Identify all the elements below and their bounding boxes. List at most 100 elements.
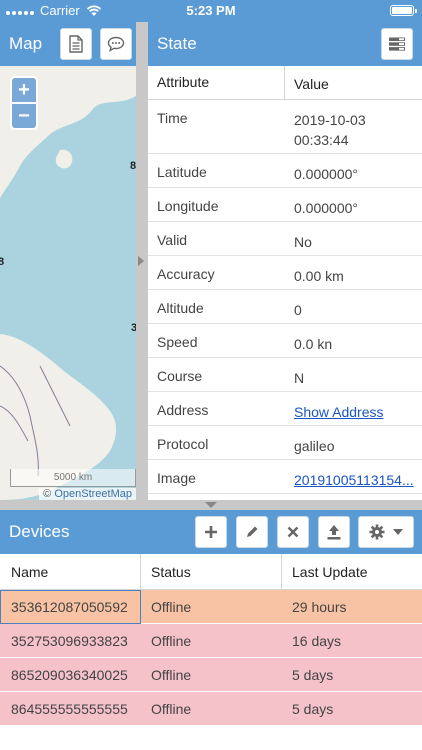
device-row[interactable]: 353612087050592 Offline 29 hours [0, 590, 422, 624]
zoom-out-button[interactable]: − [12, 104, 36, 128]
column-divider [284, 66, 285, 100]
battery-icon [390, 5, 417, 16]
device-row[interactable]: 864555555555555 Offline 5 days [0, 692, 422, 726]
state-row-protocol: Protocol galileo [148, 426, 422, 460]
upload-button[interactable] [318, 516, 350, 548]
device-status: Offline [151, 599, 192, 615]
devices-table-header: Name Status Last Update [0, 554, 422, 590]
status-bar: Carrier 5:23 PM [0, 0, 422, 22]
attribute-value: 0.000000° [294, 166, 358, 182]
zoom-in-button[interactable]: + [12, 78, 36, 102]
map-view[interactable]: 8 8 3 + − 5000 km © OpenStreetMap [0, 66, 136, 500]
chevron-down-icon [393, 529, 403, 535]
add-device-button[interactable] [195, 516, 227, 548]
pencil-icon [247, 526, 258, 537]
state-row-accuracy: Accuracy 0.00 km [148, 256, 422, 290]
state-row-course: Course N [148, 358, 422, 392]
report-button[interactable] [60, 28, 92, 60]
collapse-arrow-icon[interactable] [138, 256, 144, 266]
horizontal-splitter[interactable] [0, 500, 422, 510]
column-divider [281, 554, 282, 590]
attribute-label: Accuracy [157, 266, 215, 282]
map-edge-label: 8 [0, 256, 5, 268]
attribute-label: Protocol [157, 436, 209, 452]
state-header: State [148, 22, 422, 66]
attribute-label: Time [157, 110, 188, 126]
name-column-header[interactable]: Name [11, 564, 48, 580]
column-divider [140, 554, 141, 590]
state-row-speed: Speed 0.0 kn [148, 324, 422, 358]
openstreetmap-link[interactable]: OpenStreetMap [54, 488, 132, 500]
device-name: 353612087050592 [11, 599, 128, 615]
attribute-value: No [294, 234, 312, 250]
attribute-column-header[interactable]: Attribute [157, 74, 209, 90]
map-header: Map [0, 22, 136, 66]
copyright-symbol: © [43, 488, 52, 500]
attribute-value: N [294, 370, 305, 386]
device-status: Offline [151, 667, 192, 683]
attribute-value: 0.00 km [294, 268, 344, 284]
map-attribution: © OpenStreetMap [39, 488, 136, 500]
zoom-control: + − [10, 76, 38, 130]
chat-bubble-icon [107, 36, 125, 52]
attribute-label: Longitude [157, 198, 219, 214]
device-row[interactable]: 352753096933823 Offline 16 days [0, 624, 422, 658]
state-row-altitude: Altitude 0 [148, 290, 422, 324]
status-column-header[interactable]: Status [151, 564, 191, 580]
commands-button[interactable] [100, 28, 132, 60]
device-last-update: 5 days [292, 667, 334, 683]
device-last-update: 29 hours [292, 599, 347, 615]
attribute-value: 0.0 kn [294, 336, 333, 352]
devices-header: Devices [0, 510, 422, 554]
device-settings-menu-button[interactable] [358, 516, 414, 548]
state-title: State [157, 34, 197, 53]
attribute-value: galileo [294, 438, 335, 454]
state-row-longitude: Longitude 0.000000° [148, 188, 422, 222]
state-row-time: Time 2019-10-03 00:33:44 [148, 100, 422, 154]
device-name: 864555555555555 [11, 701, 128, 717]
attribute-label: Address [157, 402, 209, 418]
device-name: 865209036340025 [11, 667, 128, 683]
devices-title: Devices [9, 522, 70, 541]
attribute-label: Speed [157, 334, 198, 350]
attribute-label: Valid [157, 232, 188, 248]
value-column-header[interactable]: Value [294, 74, 418, 94]
attribute-value: 2019-10-03 00:33:44 [294, 112, 366, 148]
vertical-splitter[interactable] [136, 22, 148, 500]
device-last-update: 5 days [292, 701, 334, 717]
state-row-valid: Valid No [148, 222, 422, 256]
device-name: 352753096933823 [11, 633, 128, 649]
state-row-image: Image 20191005113154... [148, 460, 422, 494]
close-icon [287, 526, 299, 538]
device-row[interactable]: 865209036340025 Offline 5 days [0, 658, 422, 692]
map-title: Map [9, 34, 43, 53]
list-settings-icon [389, 37, 405, 51]
clock: 5:23 PM [186, 3, 236, 18]
attribute-value: 0.000000° [294, 200, 358, 216]
show-address-link[interactable]: Show Address [294, 402, 418, 422]
device-status: Offline [151, 633, 192, 649]
state-table: Attribute Value Time 2019-10-03 00:33:44… [148, 66, 422, 500]
state-row-latitude: Latitude 0.000000° [148, 154, 422, 188]
map-scale: 5000 km [10, 469, 136, 487]
attribute-label: Course [157, 368, 203, 384]
state-row-address: Address Show Address [148, 392, 422, 426]
attribute-label: Altitude [157, 300, 204, 316]
edit-device-button[interactable] [236, 516, 268, 548]
device-status: Offline [151, 701, 192, 717]
attribute-label: Image [157, 470, 196, 486]
state-table-header: Attribute Value [148, 66, 422, 100]
devices-table: Name Status Last Update 353612087050592 … [0, 554, 422, 726]
remove-device-button[interactable] [277, 516, 309, 548]
device-last-update: 16 days [292, 633, 342, 649]
upload-icon [327, 525, 341, 540]
attribute-value: 0 [294, 302, 302, 318]
gear-icon [369, 524, 385, 540]
collapse-arrow-icon[interactable] [205, 502, 217, 508]
state-settings-button[interactable] [381, 28, 413, 60]
plus-icon [205, 526, 217, 538]
document-icon [69, 35, 83, 53]
image-link[interactable]: 20191005113154... [294, 470, 418, 490]
attribute-label: Latitude [157, 164, 207, 180]
last-update-column-header[interactable]: Last Update [292, 564, 368, 580]
